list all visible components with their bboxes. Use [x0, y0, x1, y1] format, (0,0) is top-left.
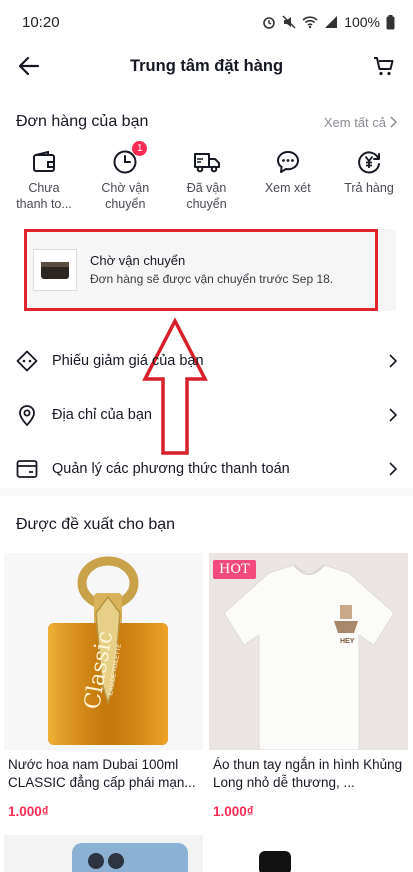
status-unpaid[interactable]: Chưa thanh to...	[6, 148, 82, 212]
product-image-phone[interactable]	[4, 835, 203, 872]
product-price: 1.000₫	[8, 804, 49, 819]
back-button[interactable]	[16, 53, 42, 79]
chevron-right-icon	[389, 354, 397, 368]
see-all-label: Xem tất cả	[323, 114, 386, 130]
order-status-tabs: Chưa thanh to... 1 Chờ vận chuyển Đã vận…	[0, 141, 413, 212]
voucher-icon	[16, 350, 38, 372]
see-all-orders-link[interactable]: Xem tất cả	[324, 115, 397, 130]
recommended-products-grid: Classic EAU DE TOILETTE Nước hoa nam Dub…	[4, 553, 409, 819]
battery-icon	[386, 14, 395, 29]
orders-title: Đơn hàng của bạn	[16, 113, 149, 130]
recommended-products-next-row	[4, 835, 409, 872]
product-image-tshirt: HOT HEY	[209, 553, 408, 750]
cart-button[interactable]	[371, 53, 397, 79]
shopping-cart-icon	[374, 57, 394, 76]
status-bar: 10:20 100%	[0, 0, 413, 44]
status-review-label: Xem xét	[264, 181, 311, 195]
hot-tag: HOT	[213, 560, 256, 579]
account-menu: Phiếu giảm giá của bạn Địa chỉ của bạn Q…	[0, 334, 413, 496]
page-title: Trung tâm đặt hàng	[129, 56, 284, 75]
battery-percent: 100%	[344, 14, 380, 30]
location-pin-icon	[16, 404, 38, 426]
alarm-icon	[263, 17, 275, 29]
section-divider	[0, 488, 413, 496]
product-name: Áo thun tay ngắn in hình Khủng Long nhỏ …	[213, 757, 403, 790]
orders-section-header: Đơn hàng của bạn Xem tất cả	[0, 110, 413, 134]
wallet-icon	[30, 148, 58, 176]
wifi-icon	[302, 16, 318, 29]
payment-card-icon	[16, 458, 38, 480]
tshirt-print-text: HEY	[340, 638, 355, 645]
status-returns[interactable]: Trả hàng	[331, 148, 407, 212]
status-shipped[interactable]: Đã vận chuyển	[169, 148, 245, 212]
menu-item-address[interactable]: Địa chỉ của bạn	[0, 388, 413, 442]
status-awaiting-shipment[interactable]: 1 Chờ vận chuyển	[87, 141, 163, 212]
chevron-right-icon	[389, 462, 397, 476]
mute-icon	[282, 15, 296, 29]
product-name: Nước hoa nam Dubai 100ml CLASSIC đẳng cấ…	[8, 757, 196, 790]
menu-item-payment-methods-label: Quản lý các phương thức thanh toán	[52, 461, 290, 477]
pending-order-card[interactable]: Chờ vận chuyển Đơn hàng sẽ được vận chuy…	[24, 229, 396, 311]
chevron-right-icon	[390, 116, 397, 128]
product-image-perfume: Classic EAU DE TOILETTE	[4, 553, 203, 750]
status-badge: 1	[132, 141, 148, 156]
signal-icon	[325, 16, 338, 28]
top-navigation: Trung tâm đặt hàng	[0, 44, 413, 88]
product-card[interactable]: HOT HEY Áo thun tay ngắn in hình Khủng L…	[209, 553, 408, 819]
menu-item-address-label: Địa chỉ của bạn	[52, 407, 152, 423]
menu-item-vouchers[interactable]: Phiếu giảm giá của bạn	[0, 334, 413, 388]
system-icons: 100%	[262, 14, 395, 30]
recommendations-title: Được đề xuất cho bạn	[16, 516, 176, 533]
clock-time: 10:20	[22, 13, 60, 31]
status-unpaid-label: Chưa thanh to...	[16, 181, 72, 211]
truck-icon	[193, 148, 221, 176]
status-shipped-label: Đã vận chuyển	[186, 181, 227, 211]
product-card[interactable]: Classic EAU DE TOILETTE Nước hoa nam Dub…	[4, 553, 203, 819]
clock-icon: 1	[111, 141, 148, 176]
menu-item-vouchers-label: Phiếu giảm giá của bạn	[52, 353, 204, 369]
chat-bubble-icon	[274, 148, 302, 176]
status-returns-label: Trả hàng	[344, 181, 394, 195]
arrow-left-icon	[18, 56, 40, 76]
status-awaiting-shipment-label: Chờ vận chuyển	[101, 181, 150, 211]
chevron-right-icon	[389, 408, 397, 422]
product-image-watch[interactable]	[209, 835, 408, 872]
annotation-highlight-box	[24, 229, 378, 311]
status-review[interactable]: Xem xét	[250, 148, 326, 212]
yen-return-icon	[355, 148, 383, 176]
product-price: 1.000₫	[213, 804, 254, 819]
